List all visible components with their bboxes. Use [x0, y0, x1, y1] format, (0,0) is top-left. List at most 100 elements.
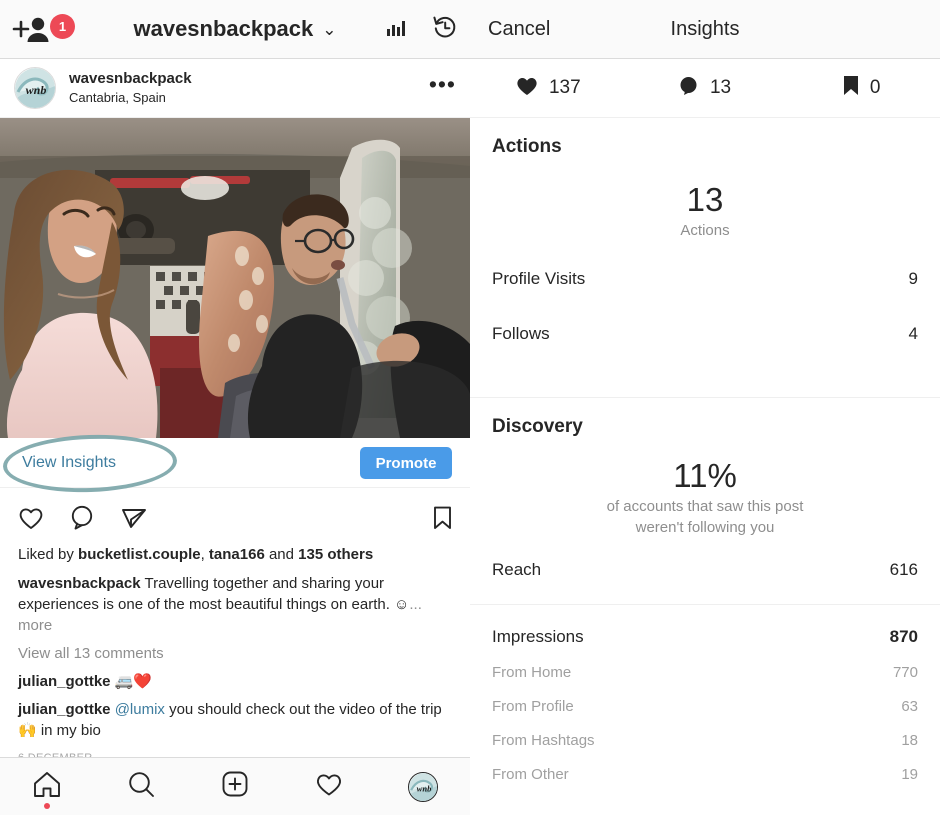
metric-label: From Home	[492, 664, 572, 681]
view-all-comments-link[interactable]: View all 13 comments	[18, 643, 452, 664]
saves-stat: 0	[783, 75, 940, 101]
metric-row: From Home 770	[492, 664, 918, 681]
caption-area: Liked by bucketlist.couple, tana166 and …	[0, 544, 470, 764]
metric-row: Reach 616	[492, 560, 918, 580]
sidebar-item-profile[interactable]: wnb	[392, 764, 454, 810]
liked-by-prefix: Liked by	[18, 546, 79, 563]
page-title: Insights	[670, 17, 740, 40]
post-photo[interactable]	[0, 118, 470, 438]
comments-count: 13	[709, 77, 732, 98]
metric-row: Follows 4	[492, 324, 918, 344]
metric-label: From Profile	[492, 698, 574, 715]
add-post-icon	[222, 771, 248, 802]
metric-label: Profile Visits	[492, 269, 586, 288]
liked-by-separator: ,	[200, 546, 209, 563]
heart-outline-icon[interactable]	[18, 506, 44, 535]
metric-row: From Profile 63	[492, 698, 918, 715]
actions-section-title: Actions	[492, 136, 562, 157]
metric-label: From Hashtags	[492, 732, 595, 749]
engagement-stats-row: 137 13 0	[470, 59, 940, 118]
discovery-section-title: Discovery	[492, 416, 583, 437]
liked-by-others[interactable]: 135 others	[298, 546, 373, 563]
post-username[interactable]: wavesnbackpack	[69, 70, 429, 88]
discovery-percent-value: 11%	[673, 457, 737, 494]
sidebar-item-activity[interactable]	[298, 764, 360, 810]
top-bar-right: Cancel Insights	[470, 0, 940, 58]
bar-chart-icon[interactable]	[386, 16, 408, 43]
post-header-text: wavesnbackpack Cantabria, Spain	[69, 70, 429, 106]
metric-row: From Hashtags 18	[492, 732, 918, 749]
post-location[interactable]: Cantabria, Spain	[69, 89, 429, 106]
view-insights-link[interactable]: View Insights	[22, 438, 116, 488]
insights-panel: Actions 13 Actions Profile Visits 9 Foll…	[470, 118, 940, 815]
liked-by-user-1[interactable]: bucketlist.couple	[78, 546, 201, 563]
chevron-down-icon: ⌄	[322, 20, 337, 39]
top-bar-icons	[386, 0, 458, 58]
metric-value: 63	[901, 698, 918, 715]
discovery-caption-line-2: weren't following you	[635, 519, 775, 536]
post-actions-row	[0, 496, 470, 544]
bookmark-filled-icon	[843, 75, 859, 101]
metric-label: Reach	[492, 560, 542, 579]
comment-filled-icon	[679, 76, 699, 101]
heart-filled-icon	[516, 76, 538, 101]
avatar[interactable]: wnb	[14, 67, 56, 109]
svg-text:wnb: wnb	[417, 783, 432, 793]
comment-mention[interactable]: @lumix	[115, 701, 165, 718]
insights-section-discovery: Discovery 11% of accounts that saw this …	[470, 398, 940, 605]
history-clock-icon[interactable]	[432, 14, 458, 45]
insights-section-actions: Actions 13 Actions Profile Visits 9 Foll…	[470, 118, 940, 398]
likes-count: 137	[548, 77, 581, 98]
svg-text:wnb: wnb	[26, 83, 47, 97]
comment-outline-icon[interactable]	[70, 505, 95, 535]
top-bar: 1 wavesnbackpack ⌄ Cancel Insights	[0, 0, 940, 59]
impressions-label: Impressions	[492, 627, 584, 646]
sidebar-item-search[interactable]	[110, 764, 172, 810]
metric-value: 770	[892, 664, 918, 681]
profile-avatar-icon: wnb	[408, 771, 438, 802]
metric-value: 18	[901, 732, 918, 749]
discovery-caption-line-1: of accounts that saw this post	[606, 498, 804, 515]
liked-by-and: and	[264, 546, 299, 563]
home-active-dot	[44, 802, 50, 809]
comment-item: julian_gottke 🚐❤️	[18, 671, 452, 692]
impressions-total-row: Impressions 870	[492, 627, 918, 647]
comment-item: julian_gottke @lumix you should check ou…	[18, 699, 452, 741]
liked-by-line: Liked by bucketlist.couple, tana166 and …	[18, 544, 452, 565]
home-icon	[33, 771, 61, 803]
post-header: wnb wavesnbackpack Cantabria, Spain •••	[0, 59, 470, 118]
sidebar-item-new-post[interactable]	[204, 764, 266, 810]
account-name: wavesnbackpack	[133, 16, 314, 41]
paper-plane-icon[interactable]	[121, 505, 147, 535]
metric-label: From Other	[492, 766, 569, 783]
search-icon	[128, 771, 155, 803]
metric-value: 9	[908, 269, 918, 288]
actions-total-value: 13	[686, 181, 724, 218]
metric-row: From Other 19	[492, 766, 918, 783]
metric-value: 4	[908, 324, 918, 343]
top-bar-left: 1 wavesnbackpack ⌄	[0, 0, 470, 58]
caption-author[interactable]: wavesnbackpack	[18, 575, 141, 592]
comment-text: 🚐❤️	[110, 673, 153, 690]
instagram-insights-screen: 1 wavesnbackpack ⌄ Cancel Insights wnb w…	[0, 0, 940, 815]
bookmark-outline-icon[interactable]	[433, 506, 452, 535]
promote-bar: View Insights Promote	[0, 438, 470, 488]
sidebar-item-home[interactable]	[16, 764, 78, 810]
metric-value: 616	[889, 560, 918, 579]
discovery-percent-block: 11% of accounts that saw this post weren…	[470, 456, 940, 538]
actions-total-label: Actions	[680, 222, 730, 239]
post-caption: wavesnbackpack Travelling together and s…	[18, 573, 452, 636]
likes-stat: 137	[470, 76, 627, 101]
metric-label: Follows	[492, 324, 550, 343]
activity-heart-icon	[315, 772, 343, 802]
insights-section-impressions: Impressions 870 From Home 770 From Profi…	[470, 605, 940, 783]
metric-value: 19	[901, 766, 918, 783]
more-options-button[interactable]: •••	[429, 73, 456, 97]
comments-stat: 13	[627, 76, 784, 101]
bottom-navigation-bar: wnb	[0, 757, 470, 815]
liked-by-user-2[interactable]: tana166	[209, 546, 265, 563]
comment-author[interactable]: julian_gottke	[18, 701, 111, 718]
promote-button[interactable]: Promote	[360, 447, 452, 479]
saves-count: 0	[869, 77, 881, 98]
comment-author[interactable]: julian_gottke	[18, 673, 111, 690]
